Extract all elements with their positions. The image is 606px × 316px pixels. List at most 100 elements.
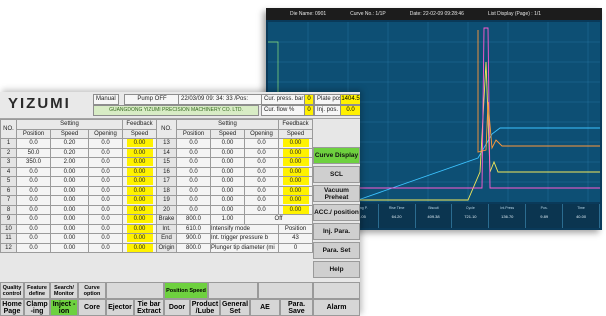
- ae-button[interactable]: AE: [250, 299, 280, 316]
- opening-input[interactable]: 0.0: [88, 233, 123, 244]
- orign-position-input[interactable]: 800.0: [176, 242, 211, 253]
- door-button[interactable]: Door: [164, 299, 190, 316]
- speed-input[interactable]: 0.00: [50, 242, 89, 253]
- speed-input[interactable]: 0.00: [50, 185, 89, 196]
- opening-input[interactable]: 0.0: [244, 157, 279, 168]
- search-monitor-button[interactable]: Search/ Monitor: [50, 282, 78, 299]
- product-lube-button[interactable]: Product /Lube: [190, 299, 220, 316]
- opening-input[interactable]: 0.0: [88, 195, 123, 206]
- position-input[interactable]: 0.0: [176, 138, 211, 149]
- position-input[interactable]: 0.0: [16, 204, 51, 215]
- curve-display-button[interactable]: Curve Display: [313, 147, 360, 164]
- position-input[interactable]: 0.0: [16, 185, 51, 196]
- speed-input[interactable]: 0.00: [210, 147, 245, 158]
- speed-input[interactable]: 0.00: [50, 195, 89, 206]
- para-set-button[interactable]: Para. Set: [313, 242, 360, 259]
- opening-input[interactable]: 0.0: [88, 204, 123, 215]
- opening-input[interactable]: 0.0: [88, 157, 123, 168]
- speed-input[interactable]: 0.00: [50, 214, 89, 225]
- position-input[interactable]: 0.0: [16, 214, 51, 225]
- speed-input[interactable]: 0.20: [50, 147, 89, 158]
- end-position-input[interactable]: 900.0: [176, 233, 211, 244]
- speed-input[interactable]: 0.00: [210, 195, 245, 206]
- opening-input[interactable]: 0.0: [244, 195, 279, 206]
- brake-speed-input[interactable]: 1.00: [210, 214, 245, 225]
- opening-input[interactable]: 0.0: [88, 138, 123, 149]
- opening-input[interactable]: 0.0: [88, 214, 123, 225]
- speed-input[interactable]: 0.00: [50, 166, 89, 177]
- home-page-button[interactable]: Home Page: [0, 299, 24, 316]
- blank-button[interactable]: [106, 282, 164, 299]
- inj-para-button[interactable]: Inj. Para.: [313, 223, 360, 240]
- speed-input[interactable]: 0.00: [210, 176, 245, 187]
- opening-input[interactable]: 0.0: [244, 176, 279, 187]
- alarm-button[interactable]: Alarm: [313, 299, 360, 316]
- opening-input[interactable]: 0.0: [244, 185, 279, 196]
- position-input[interactable]: 50.0: [16, 147, 51, 158]
- speed-input[interactable]: 0.00: [50, 233, 89, 244]
- speed-input[interactable]: 2.00: [50, 157, 89, 168]
- para-save-button[interactable]: Para. Save: [280, 299, 313, 316]
- position-input[interactable]: 0.0: [176, 195, 211, 206]
- orign-value-input[interactable]: 0: [278, 242, 313, 253]
- feature-define-button[interactable]: Feature define: [24, 282, 50, 299]
- int-position-input[interactable]: 610.0: [176, 223, 211, 234]
- acc-position-button[interactable]: ACC./ position: [313, 204, 360, 221]
- general-set-button[interactable]: General Set: [220, 299, 250, 316]
- speed-input[interactable]: 0.00: [210, 166, 245, 177]
- int-value-input[interactable]: Position: [278, 223, 313, 234]
- position-input[interactable]: 0.0: [16, 138, 51, 149]
- speed-input[interactable]: 0.00: [50, 223, 89, 234]
- tie-bar-extract-button[interactable]: Tie bar Extract: [134, 299, 164, 316]
- quality-control-button[interactable]: Quality control: [0, 282, 24, 299]
- blank-button-3[interactable]: [258, 282, 313, 299]
- pump-status[interactable]: Pump OFF: [124, 94, 180, 105]
- opening-input[interactable]: 0.0: [88, 166, 123, 177]
- opening-input[interactable]: 0.0: [88, 242, 123, 253]
- speed-input[interactable]: 0.00: [210, 138, 245, 149]
- end-value-input[interactable]: 43: [278, 233, 313, 244]
- ejector-button[interactable]: Ejector: [106, 299, 134, 316]
- help-button[interactable]: Help: [313, 261, 360, 278]
- speed-input[interactable]: 0.00: [210, 185, 245, 196]
- position-input[interactable]: 0.0: [176, 204, 211, 215]
- speed-input[interactable]: 0.00: [50, 204, 89, 215]
- position-input[interactable]: 0.0: [16, 233, 51, 244]
- position-input[interactable]: 0.0: [16, 176, 51, 187]
- opening-input[interactable]: 0.0: [244, 166, 279, 177]
- opening-input[interactable]: 0.0: [88, 147, 123, 158]
- position-input[interactable]: 0.0: [176, 157, 211, 168]
- vacuum-preheat-button[interactable]: Vacuum Preheat: [313, 185, 360, 202]
- clamping-button[interactable]: Clamp -ing: [24, 299, 50, 316]
- opening-input[interactable]: 0.0: [88, 223, 123, 234]
- opening-input[interactable]: 0.0: [244, 147, 279, 158]
- opening-input[interactable]: 0.0: [244, 204, 279, 215]
- brake-position-input[interactable]: 800.0: [176, 214, 211, 225]
- position-input[interactable]: 0.0: [16, 195, 51, 206]
- injection-button[interactable]: Inject -ion: [50, 299, 78, 316]
- col-position-2: Position: [176, 128, 211, 139]
- position-input[interactable]: 0.0: [176, 147, 211, 158]
- brake-state-toggle[interactable]: Off: [244, 214, 313, 225]
- blank-button-2[interactable]: [208, 282, 258, 299]
- opening-input[interactable]: 0.0: [88, 185, 123, 196]
- position-speed-button[interactable]: Position Speed: [164, 282, 208, 299]
- opening-input[interactable]: 0.0: [244, 138, 279, 149]
- core-button[interactable]: Core: [78, 299, 106, 316]
- position-input[interactable]: 0.0: [176, 166, 211, 177]
- opening-input[interactable]: 0.0: [88, 176, 123, 187]
- position-input[interactable]: 0.0: [176, 185, 211, 196]
- speed-input[interactable]: 0.00: [50, 176, 89, 187]
- curve-option-button[interactable]: Curve option: [78, 282, 106, 299]
- position-input[interactable]: 0.0: [16, 223, 51, 234]
- speed-input[interactable]: 0.20: [50, 138, 89, 149]
- speed-input[interactable]: 0.00: [210, 204, 245, 215]
- position-input[interactable]: 0.0: [16, 242, 51, 253]
- scl-button[interactable]: SCL: [313, 166, 360, 183]
- blank-button-4[interactable]: [313, 282, 360, 299]
- position-input[interactable]: 0.0: [16, 166, 51, 177]
- speed-input[interactable]: 0.00: [210, 157, 245, 168]
- mode-indicator[interactable]: Manual: [93, 94, 119, 105]
- position-input[interactable]: 350.0: [16, 157, 51, 168]
- position-input[interactable]: 0.0: [176, 176, 211, 187]
